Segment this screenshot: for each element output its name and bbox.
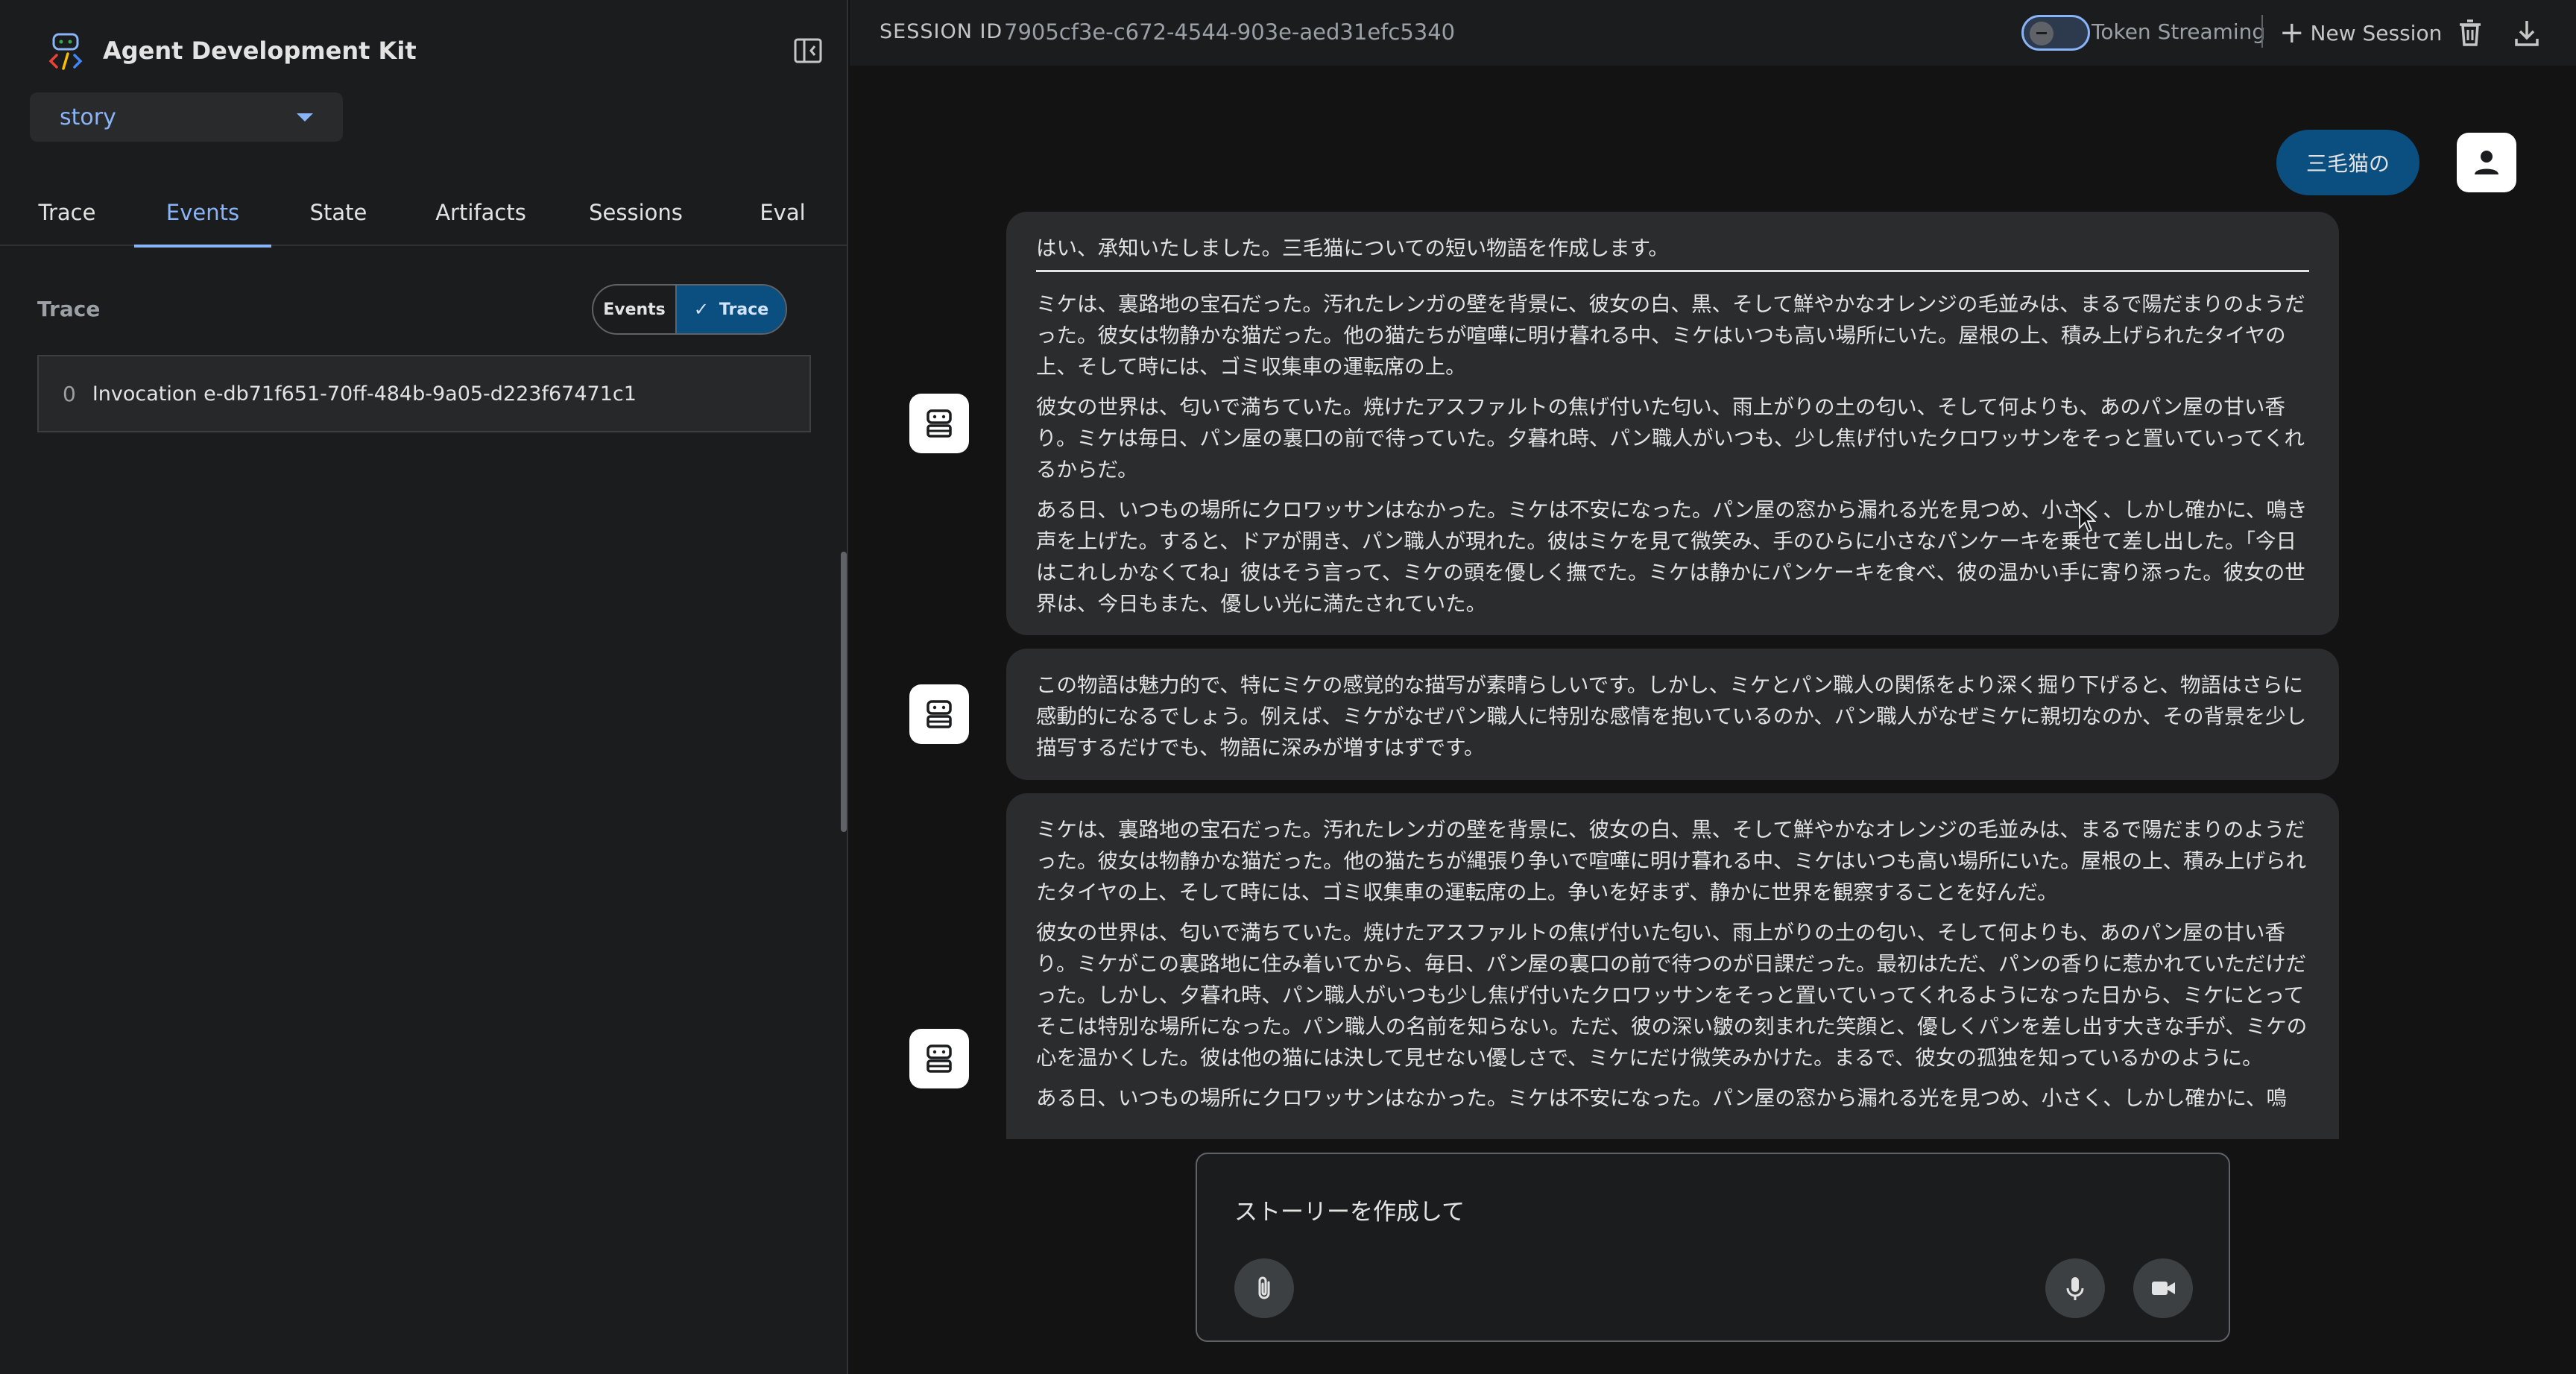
session-topbar: SESSION ID 7905cf3e-c672-4544-903e-aed31… bbox=[850, 0, 2576, 66]
sidebar: Agent Development Kit story Trace Events… bbox=[0, 0, 848, 1374]
mic-glyph bbox=[2066, 1277, 2084, 1300]
adk-logo-icon bbox=[48, 33, 83, 70]
tab-sessions[interactable]: Sessions bbox=[578, 179, 693, 246]
tab-artifacts[interactable]: Artifacts bbox=[425, 179, 537, 246]
session-id-value: 7905cf3e-c672-4544-903e-aed31efc5340 bbox=[1004, 19, 1456, 45]
token-streaming-toggle[interactable] bbox=[2021, 15, 2090, 51]
toggle-trace-button[interactable]: ✓ Trace bbox=[677, 286, 786, 333]
user-message: 三毛猫の bbox=[2276, 130, 2419, 195]
robot-glyph bbox=[926, 1044, 952, 1073]
bot-message: はい、承知いたしました。三毛猫についての短い物語を作成します。 ミケは、裏路地の… bbox=[1006, 212, 2339, 635]
sidebar-collapse-icon[interactable] bbox=[792, 34, 824, 67]
trace-heading: Trace bbox=[37, 297, 101, 321]
brand: Agent Development Kit bbox=[45, 30, 417, 72]
bot-message-paragraph: ある日、いつもの場所にクロワッサンはなかった。ミケは不安になった。パン屋の窓から… bbox=[1036, 498, 2308, 616]
message-divider bbox=[1036, 270, 2309, 272]
bot-message: この物語は魅力的で、特にミケの感覚的な描写が素晴らしいです。しかし、ミケとパン職… bbox=[1006, 649, 2339, 780]
video-glyph bbox=[2152, 1282, 2175, 1295]
mic-icon[interactable] bbox=[2045, 1258, 2105, 1318]
bot-message-paragraph: ミケは、裏路地の宝石だった。汚れたレンガの壁を背景に、彼女の白、黒、そして鮮やか… bbox=[1036, 292, 2305, 379]
robot-icon bbox=[909, 684, 969, 744]
message-input[interactable]: ストーリーを作成して bbox=[1234, 1193, 1465, 1226]
robot-glyph bbox=[926, 409, 952, 438]
bot-message-paragraph: ある日、いつもの場所にクロワッサンはなかった。ミケは不安になった。パン屋の窓から… bbox=[1036, 1086, 2288, 1110]
bot-message: ミケは、裏路地の宝石だった。汚れたレンガの壁を背景に、彼女の白、黒、そして鮮やか… bbox=[1006, 793, 2339, 1139]
app-selector-value: story bbox=[60, 104, 116, 130]
new-session-button[interactable]: + New Session bbox=[2279, 15, 2442, 51]
person-glyph bbox=[2475, 151, 2498, 174]
tab-events[interactable]: Events bbox=[134, 179, 271, 248]
app-title: Agent Development Kit bbox=[103, 37, 417, 65]
app-selector[interactable]: story bbox=[30, 92, 343, 142]
delete-icon[interactable] bbox=[2452, 15, 2488, 51]
bot-message-paragraph: 彼女の世界は、匂いで満ちていた。焼けたアスファルトの焦げ付いた匂い、雨上がりの土… bbox=[1036, 395, 2305, 482]
download-icon[interactable] bbox=[2509, 15, 2545, 51]
plus-icon: + bbox=[2279, 16, 2305, 50]
new-session-label: New Session bbox=[2310, 20, 2443, 45]
sidebar-scrollbar[interactable] bbox=[841, 552, 847, 832]
bot-message-paragraph: ミケは、裏路地の宝石だった。汚れたレンガの壁を背景に、彼女の白、黒、そして鮮やか… bbox=[1036, 818, 2307, 904]
tab-eval[interactable]: Eval bbox=[738, 179, 827, 246]
video-icon[interactable] bbox=[2133, 1258, 2193, 1318]
view-toggle: Events ✓ Trace bbox=[592, 284, 787, 335]
sidebar-tabs: Trace Events State Artifacts Sessions Ev… bbox=[0, 179, 848, 248]
check-icon: ✓ bbox=[693, 299, 709, 320]
message-composer[interactable]: ストーリーを作成して bbox=[1196, 1153, 2230, 1342]
session-id-label: SESSION ID bbox=[880, 20, 1003, 43]
paperclip-glyph bbox=[1258, 1276, 1270, 1299]
robot-icon bbox=[909, 394, 969, 453]
chat-area: 三毛猫の はい、承知いたしました。三毛猫についての短い物語を作成します。 ミケは… bbox=[850, 66, 2576, 1139]
robot-glyph bbox=[926, 700, 952, 728]
attach-icon[interactable] bbox=[1234, 1258, 1294, 1318]
toggle-knob bbox=[2030, 22, 2053, 45]
invocation-row[interactable]: 0 Invocation e-db71f651-70ff-484b-9a05-d… bbox=[37, 355, 811, 432]
bot-message-paragraph: 彼女の世界は、匂いで満ちていた。焼けたアスファルトの焦げ付いた匂い、雨上がりの土… bbox=[1036, 921, 2308, 1070]
tab-state[interactable]: State bbox=[294, 179, 383, 246]
tab-trace[interactable]: Trace bbox=[22, 179, 112, 246]
topbar-divider bbox=[2261, 15, 2263, 48]
robot-icon bbox=[909, 1029, 969, 1088]
invocation-index: 0 bbox=[63, 381, 76, 406]
bot-message-paragraph: この物語は魅力的で、特にミケの感覚的な描写が素晴らしいです。しかし、ミケとパン職… bbox=[1036, 673, 2307, 760]
chevron-down-icon bbox=[297, 113, 313, 122]
token-streaming-label: Token Streaming bbox=[2092, 19, 2266, 44]
mouse-cursor-icon bbox=[2079, 504, 2096, 533]
invocation-label: Invocation e-db71f651-70ff-484b-9a05-d22… bbox=[92, 382, 637, 406]
toggle-trace-label: Trace bbox=[719, 300, 769, 319]
bot-message-lead: はい、承知いたしました。三毛猫についての短い物語を作成します。 bbox=[1036, 236, 1669, 260]
person-icon bbox=[2457, 133, 2516, 192]
toggle-events-button[interactable]: Events bbox=[593, 286, 677, 333]
